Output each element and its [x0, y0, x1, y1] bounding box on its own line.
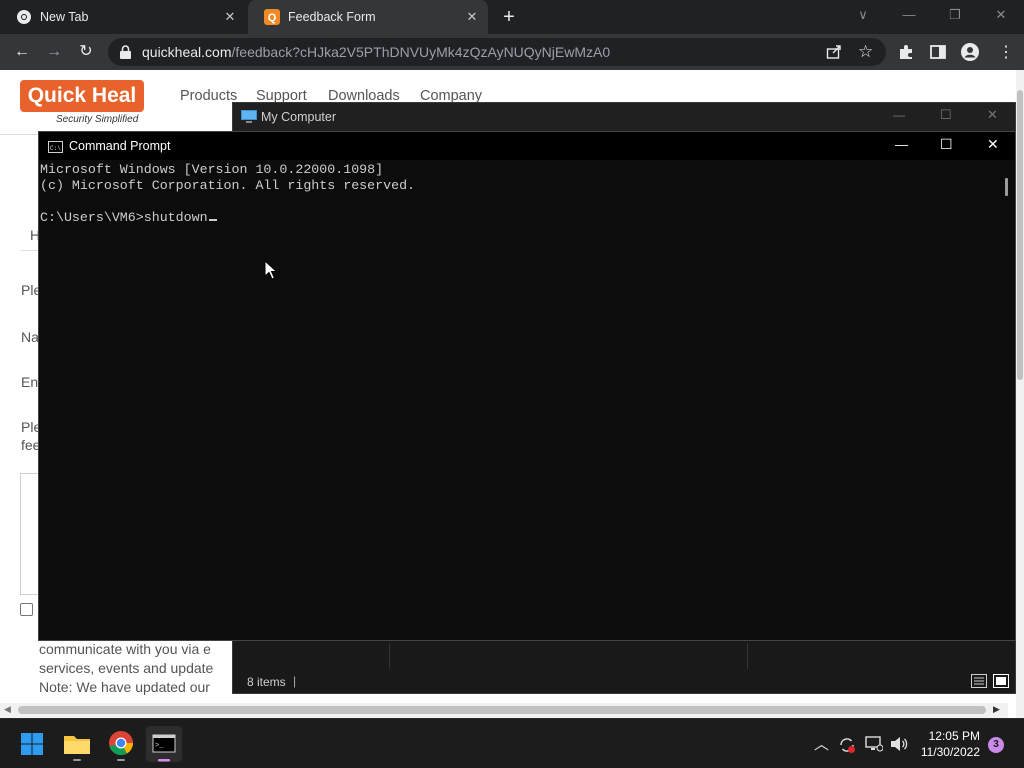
browser-titlebar: New Tab ✕ Q Feedback Form ✕ + ∨ — ❐ ✕: [0, 0, 1024, 34]
cmd-console[interactable]: Microsoft Windows [Version 10.0.22000.10…: [39, 160, 1001, 640]
consent-checkbox[interactable]: [20, 603, 33, 616]
tab-title: New Tab: [40, 10, 89, 24]
command-prompt-taskbar-icon[interactable]: >_: [146, 726, 182, 762]
status-separator: |: [293, 674, 297, 688]
windows-taskbar: >_ ︿ 12:05 PM 11/30/2022 3: [0, 718, 1024, 768]
bookmark-star-icon[interactable]: ☆: [858, 42, 873, 62]
network-icon[interactable]: [865, 736, 884, 757]
svg-text:C:\: C:\: [50, 145, 61, 152]
back-arrow-icon[interactable]: ←: [10, 40, 34, 64]
mouse-pointer-icon: [264, 259, 278, 285]
sync-alert-icon[interactable]: [838, 736, 856, 759]
quickheal-favicon: Q: [264, 9, 280, 25]
quickheal-logo[interactable]: Quick Heal: [20, 80, 144, 112]
svg-text:Q: Q: [268, 12, 277, 24]
cmd-scrollbar-thumb[interactable]: [1005, 178, 1008, 196]
scroll-left-icon[interactable]: ◀: [4, 704, 11, 715]
cmd-close-button[interactable]: ✕: [987, 136, 999, 153]
explorer-maximize-button[interactable]: ☐: [940, 107, 952, 123]
name-label-fragment: Na: [21, 329, 39, 345]
computer-monitor-icon: [241, 110, 257, 129]
forward-arrow-icon[interactable]: →: [42, 40, 66, 64]
volume-speaker-icon[interactable]: [890, 736, 908, 757]
feedback-textarea[interactable]: [20, 473, 40, 595]
reload-icon[interactable]: ↻: [74, 40, 98, 64]
close-tab-icon[interactable]: ✕: [222, 9, 238, 25]
logo-tagline: Security Simplified: [56, 114, 139, 125]
console-line: Microsoft Windows [Version 10.0.22000.10…: [40, 162, 384, 177]
tab-search-icon[interactable]: ∨: [848, 4, 878, 26]
close-window-button[interactable]: ✕: [986, 4, 1016, 26]
notification-badge[interactable]: 3: [988, 737, 1004, 753]
url-text: quickheal.com/feedback?cHJka2V5PThDNVUyM…: [142, 44, 611, 60]
command-prompt-window[interactable]: C:\ Command Prompt — ☐ ✕ Microsoft Windo…: [38, 131, 1016, 641]
scroll-right-icon[interactable]: ▶: [993, 704, 1000, 715]
chrome-taskbar-icon[interactable]: [103, 726, 139, 762]
explorer-divider: [389, 643, 390, 669]
consent-text-line-2: services, events and update: [39, 660, 214, 676]
svg-text:>_: >_: [155, 742, 164, 750]
page-scrollbar-thumb[interactable]: [1017, 90, 1023, 380]
text-cursor: [208, 219, 217, 221]
cmd-title: Command Prompt: [69, 139, 171, 153]
cmd-app-icon: C:\: [48, 140, 63, 158]
tab-title: Feedback Form: [288, 10, 376, 24]
clock-date[interactable]: 11/30/2022: [914, 745, 980, 759]
item-count: 8 items: [247, 675, 286, 689]
console-command: C:\Users\VM6>shutdown: [40, 210, 208, 225]
explorer-status-bar: 8 items |: [233, 671, 1015, 693]
address-bar[interactable]: quickheal.com/feedback?cHJka2V5PThDNVUyM…: [108, 38, 886, 66]
menu-kebab-icon[interactable]: ⋮: [998, 42, 1014, 62]
file-explorer-icon[interactable]: [59, 726, 95, 762]
section-divider: [20, 250, 40, 251]
tab-new-tab[interactable]: New Tab ✕: [0, 0, 246, 34]
lock-icon[interactable]: [120, 45, 131, 64]
cmd-titlebar[interactable]: C:\ Command Prompt — ☐ ✕: [39, 132, 1015, 160]
side-panel-icon[interactable]: [930, 44, 946, 65]
new-tab-button[interactable]: +: [498, 6, 520, 28]
explorer-divider: [747, 643, 748, 669]
windows-start-icon[interactable]: [14, 726, 50, 762]
email-label-fragment: En: [21, 374, 39, 390]
large-icons-view-icon[interactable]: [993, 674, 1009, 693]
chrome-icon: [16, 9, 32, 25]
console-line: (c) Microsoft Corporation. All rights re…: [40, 178, 416, 193]
consent-text-line-1: communicate with you via e: [39, 641, 211, 657]
show-hidden-icons-chevron[interactable]: ︿: [814, 733, 829, 754]
cmd-maximize-button[interactable]: ☐: [940, 136, 953, 153]
explorer-titlebar[interactable]: My Computer — ☐ ✕: [233, 103, 1015, 131]
clock-time[interactable]: 12:05 PM: [922, 729, 980, 743]
nav-products[interactable]: Products: [180, 88, 237, 104]
cmd-minimize-button[interactable]: —: [895, 137, 908, 152]
tab-feedback-form[interactable]: Q Feedback Form ✕: [248, 0, 488, 34]
close-tab-icon[interactable]: ✕: [464, 9, 480, 25]
consent-text-line-3: Note: We have updated our: [39, 679, 210, 695]
share-icon[interactable]: [826, 44, 842, 65]
details-view-icon[interactable]: [971, 674, 987, 693]
explorer-close-button[interactable]: ✕: [987, 107, 998, 123]
browser-toolbar: ← → ↻ quickheal.com/feedback?cHJka2V5PTh…: [0, 34, 1024, 70]
restore-button[interactable]: ❐: [940, 4, 970, 26]
minimize-button[interactable]: —: [894, 4, 924, 26]
console-prompt-line: C:\Users\VM6>shutdown: [40, 210, 1001, 226]
profile-avatar-icon[interactable]: [961, 43, 979, 66]
horizontal-scrollbar-thumb[interactable]: [18, 706, 986, 714]
explorer-title: My Computer: [261, 110, 337, 124]
explorer-minimize-button[interactable]: —: [893, 108, 905, 122]
extensions-puzzle-icon[interactable]: [898, 44, 914, 65]
